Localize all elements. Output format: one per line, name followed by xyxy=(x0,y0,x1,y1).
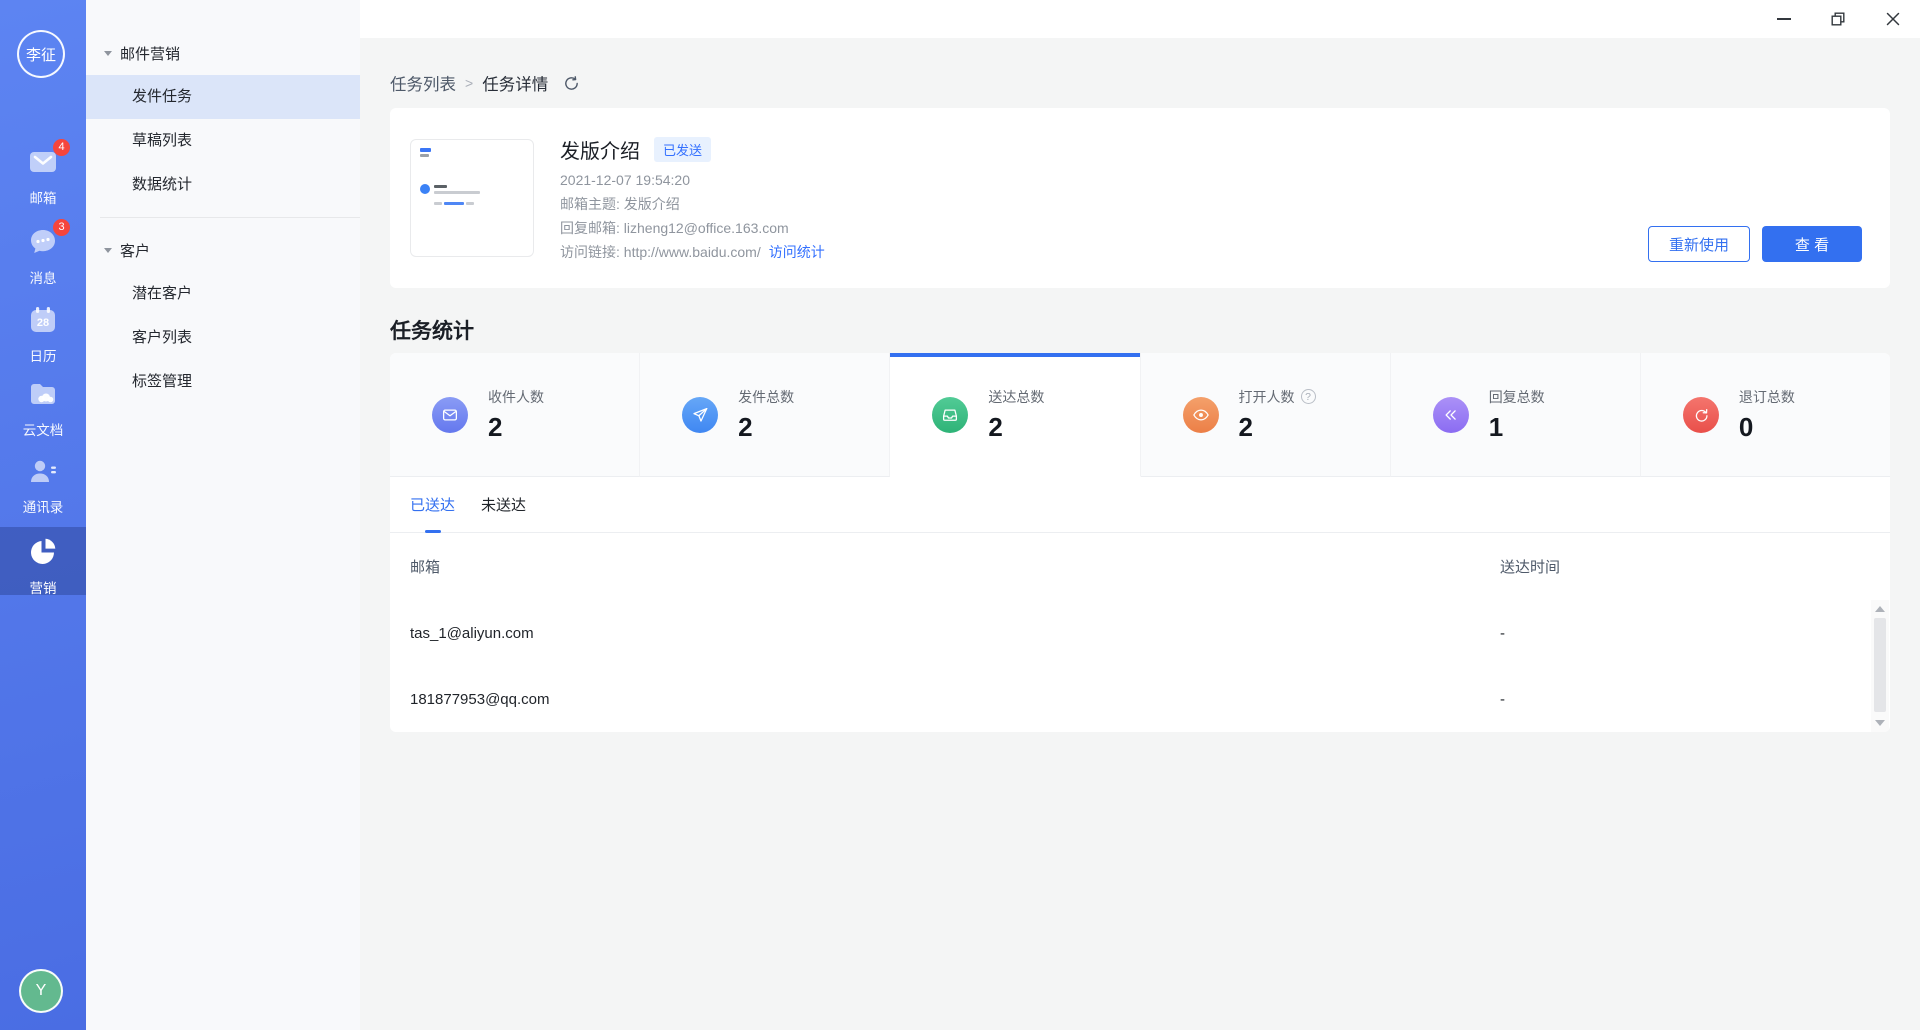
rail-item-marketing[interactable]: 营销 xyxy=(0,527,86,595)
main-content: 任务列表 > 任务详情 发版介绍 已发送 2021-12- xyxy=(360,38,1920,1030)
task-visit-link: 访问链接: http://www.baidu.com/访问统计 xyxy=(560,245,825,260)
row-email: tas_1@aliyun.com xyxy=(390,625,1500,642)
stat-value: 2 xyxy=(488,412,544,443)
pie-chart-icon xyxy=(26,536,60,568)
minimize-button[interactable] xyxy=(1761,0,1807,38)
task-actions: 重新使用 查 看 xyxy=(1648,226,1862,262)
breadcrumb-task-list[interactable]: 任务列表 xyxy=(390,71,456,95)
visit-statistics-link[interactable]: 访问统计 xyxy=(769,244,825,260)
sidebar-item-tag-management[interactable]: 标签管理 xyxy=(86,360,360,404)
stat-card-sent-total[interactable]: 发件总数 2 xyxy=(640,353,890,477)
sidebar-group-customers[interactable]: 客户 xyxy=(86,228,360,272)
stat-card-delivered-total[interactable]: 送达总数 2 xyxy=(890,353,1140,477)
statistics-panel: 收件人数 2 发件总数 2 xyxy=(390,353,1890,732)
user-avatar[interactable]: 李征 xyxy=(17,30,65,78)
redo-icon xyxy=(1683,397,1719,433)
rail-item-messages[interactable]: 3 消息 xyxy=(0,226,86,287)
eye-icon xyxy=(1183,397,1219,433)
table-header: 邮箱 送达时间 xyxy=(390,533,1890,600)
column-header-delivery-time: 送达时间 xyxy=(1500,556,1890,577)
stat-value: 2 xyxy=(1239,412,1316,443)
stat-cards-row: 收件人数 2 发件总数 2 xyxy=(390,353,1890,477)
minimize-icon xyxy=(1777,18,1791,20)
inbox-icon xyxy=(932,397,968,433)
stat-card-unsubscribes[interactable]: 退订总数 0 xyxy=(1641,353,1890,477)
table-row: tas_1@aliyun.com - xyxy=(390,600,1890,666)
titlebar xyxy=(360,0,1920,38)
sidebar-group-email-marketing[interactable]: 邮件营销 xyxy=(86,31,360,75)
send-icon xyxy=(682,397,718,433)
breadcrumb: 任务列表 > 任务详情 xyxy=(390,71,580,95)
left-rail: 李征 4 邮箱 3 消息 xyxy=(0,0,86,1030)
scroll-up-icon[interactable] xyxy=(1875,606,1885,612)
stat-card-replies[interactable]: 回复总数 1 xyxy=(1391,353,1641,477)
view-button[interactable]: 查 看 xyxy=(1762,226,1862,262)
mail-icon: 4 xyxy=(26,146,60,178)
task-reply-address: 回复邮箱: lizheng12@office.163.com xyxy=(560,221,825,236)
scroll-down-icon[interactable] xyxy=(1875,720,1885,726)
row-delivery-time: - xyxy=(1500,691,1890,708)
restore-icon xyxy=(1831,12,1845,26)
task-subject: 邮箱主题: 发版介绍 xyxy=(560,197,825,212)
sidebar-item-customer-list[interactable]: 客户列表 xyxy=(86,316,360,360)
sidebar-item-potential-customers[interactable]: 潜在客户 xyxy=(86,272,360,316)
task-summary-card: 发版介绍 已发送 2021-12-07 19:54:20 邮箱主题: 发版介绍 … xyxy=(390,108,1890,288)
chevron-down-icon xyxy=(104,51,112,56)
sidebar-item-send-tasks[interactable]: 发件任务 xyxy=(86,75,360,119)
mail-badge: 4 xyxy=(53,139,70,156)
stat-value: 2 xyxy=(738,412,794,443)
reuse-button[interactable]: 重新使用 xyxy=(1648,226,1750,262)
secondary-avatar[interactable]: Y xyxy=(19,969,63,1013)
contacts-icon xyxy=(26,455,60,487)
stat-value: 0 xyxy=(1739,412,1795,443)
tab-undelivered[interactable]: 未送达 xyxy=(481,477,526,533)
rail-item-calendar[interactable]: 28 日历 xyxy=(0,304,86,365)
stat-card-recipients[interactable]: 收件人数 2 xyxy=(390,353,640,477)
stat-value: 1 xyxy=(1489,412,1545,443)
stat-card-opened[interactable]: 打开人数 ? 2 xyxy=(1141,353,1391,477)
restore-button[interactable] xyxy=(1815,0,1861,38)
close-button[interactable] xyxy=(1870,0,1916,38)
rail-item-cloud-docs[interactable]: 云文档 xyxy=(0,378,86,439)
delivery-tabs: 已送达 未送达 xyxy=(390,477,1890,533)
rail-item-mail[interactable]: 4 邮箱 xyxy=(0,146,86,207)
table-row: 181877953@qq.com - xyxy=(390,666,1890,732)
column-header-email: 邮箱 xyxy=(390,556,1500,577)
scrollbar-thumb[interactable] xyxy=(1874,618,1886,712)
messages-badge: 3 xyxy=(53,219,70,236)
chat-icon: 3 xyxy=(26,226,60,258)
sidebar-item-draft-list[interactable]: 草稿列表 xyxy=(86,119,360,163)
sidebar-divider xyxy=(100,217,360,218)
row-email: 181877953@qq.com xyxy=(390,691,1500,708)
svg-text:28: 28 xyxy=(37,317,49,329)
email-preview-thumbnail[interactable] xyxy=(410,139,534,257)
section-title-task-statistics: 任务统计 xyxy=(390,315,474,345)
calendar-icon: 28 xyxy=(26,304,60,336)
task-title: 发版介绍 xyxy=(560,135,640,164)
stat-value: 2 xyxy=(988,412,1044,443)
row-delivery-time: - xyxy=(1500,625,1890,642)
status-badge: 已发送 xyxy=(654,137,711,162)
cloud-doc-icon xyxy=(26,378,60,410)
close-icon xyxy=(1886,12,1900,26)
task-datetime: 2021-12-07 19:54:20 xyxy=(560,173,825,188)
table-scrollbar[interactable] xyxy=(1871,600,1889,732)
rail-item-contacts[interactable]: 通讯录 xyxy=(0,455,86,516)
breadcrumb-task-detail: 任务详情 xyxy=(482,71,548,95)
tab-delivered[interactable]: 已送达 xyxy=(410,477,455,533)
sidebar-item-statistics[interactable]: 数据统计 xyxy=(86,163,360,207)
app-window: 李征 4 邮箱 3 消息 xyxy=(0,0,1920,1030)
help-icon[interactable]: ? xyxy=(1301,389,1316,404)
sidebar: 邮件营销 发件任务 草稿列表 数据统计 客户 潜在客户 客户列表 标签管理 xyxy=(86,0,360,1030)
envelope-icon xyxy=(432,397,468,433)
refresh-icon[interactable] xyxy=(563,75,580,92)
chevron-down-icon xyxy=(104,248,112,253)
reply-all-icon xyxy=(1433,397,1469,433)
breadcrumb-separator: > xyxy=(465,75,473,91)
task-info: 发版介绍 已发送 2021-12-07 19:54:20 邮箱主题: 发版介绍 … xyxy=(560,134,825,260)
